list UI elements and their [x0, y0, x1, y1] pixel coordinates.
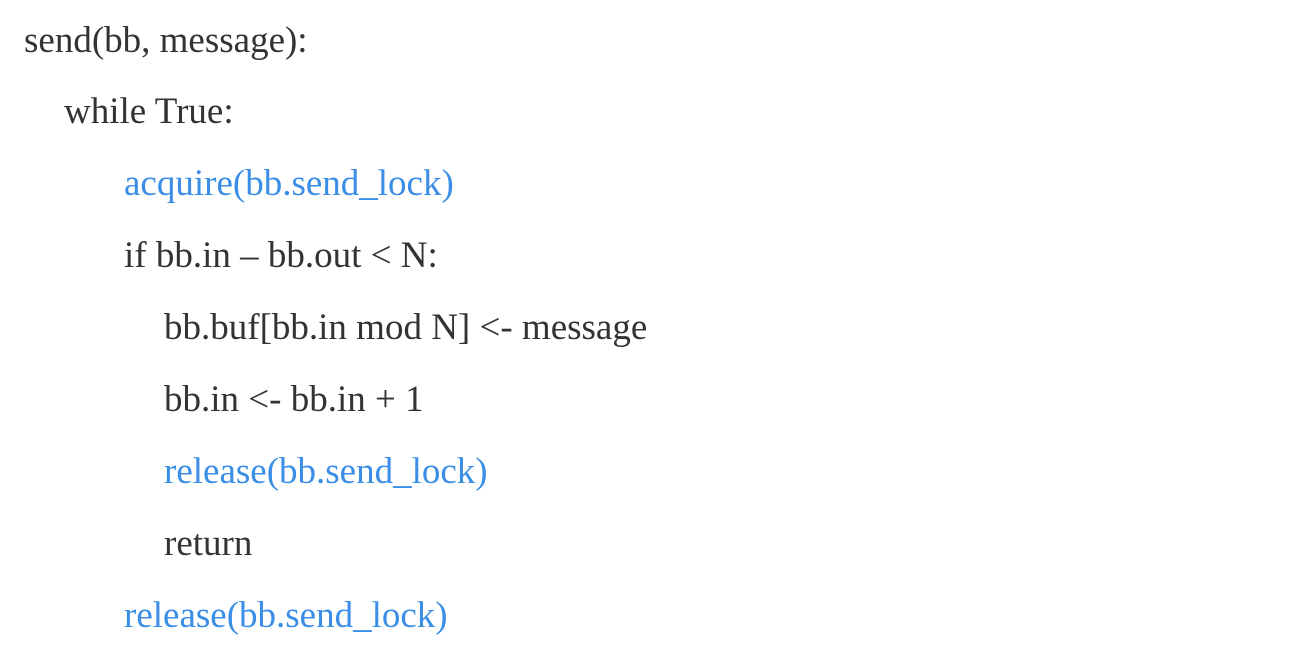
- code-line-while-loop: while True:: [64, 91, 234, 132]
- code-line-release-lock-inner: release(bb.send_lock): [164, 451, 488, 492]
- code-line-buffer-write: bb.buf[bb.in mod N] <- message: [164, 307, 648, 348]
- code-line-release-lock-outer: release(bb.send_lock): [124, 595, 448, 636]
- code-line-return: return: [164, 523, 253, 564]
- code-line-if-condition: if bb.in – bb.out < N:: [124, 235, 438, 276]
- code-line-function-signature: send(bb, message):: [24, 20, 308, 61]
- code-line-acquire-lock: acquire(bb.send_lock): [124, 163, 454, 204]
- pseudocode-block: send(bb, message): while True: acquire(b…: [0, 0, 1306, 666]
- code-line-increment-in: bb.in <- bb.in + 1: [164, 379, 424, 420]
